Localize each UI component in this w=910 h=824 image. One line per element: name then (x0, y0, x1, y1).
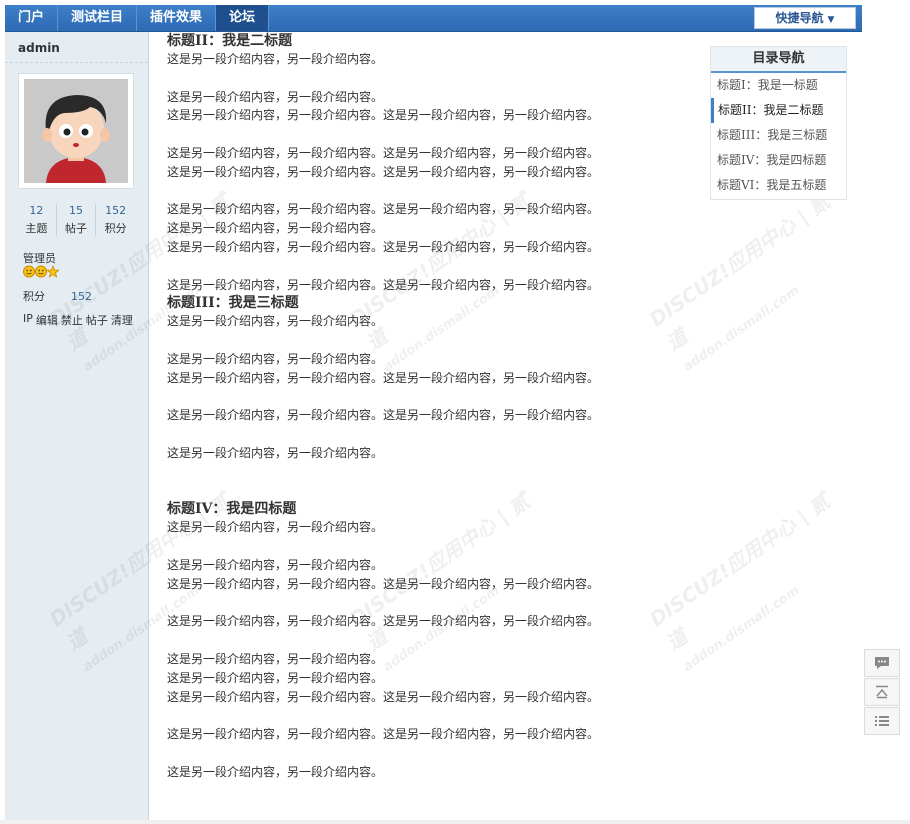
paragraph-line: 这是另一段介绍内容，另一段介绍内容。 (167, 670, 384, 685)
rank-stars (23, 265, 63, 278)
paragraph-line: 这是另一段介绍内容，另一段介绍内容。 (167, 221, 384, 236)
action-ban[interactable]: 禁止 (61, 312, 83, 328)
action-posts[interactable]: 帖子 (86, 312, 108, 328)
paragraph-line: 这是另一段介绍内容，另一段介绍内容。这是另一段介绍内容，另一段介绍内容。 (167, 108, 600, 123)
main-nav: 门户 测试栏目 插件效果 论坛 (5, 5, 270, 31)
section-heading: 标题III：我是三标题 (167, 295, 299, 312)
paragraph-line: 这是另一段介绍内容，另一段介绍内容。这是另一段介绍内容，另一段介绍内容。 (167, 202, 600, 217)
paragraph-line: 这是另一段介绍内容，另一段介绍内容。这是另一段介绍内容，另一段介绍内容。 (167, 576, 600, 591)
paragraph-line: 这是另一段介绍内容，另一段介绍内容。 (167, 445, 384, 460)
paragraph-line: 这是另一段介绍内容，另一段介绍内容。这是另一段介绍内容，另一段介绍内容。 (167, 164, 600, 179)
paragraph-line: 这是另一段介绍内容，另一段介绍内容。这是另一段介绍内容，另一段介绍内容。 (167, 239, 600, 254)
username[interactable]: admin (18, 41, 60, 55)
footer-strip (0, 820, 910, 824)
comment-button[interactable] (864, 649, 900, 677)
paragraph-line: 这是另一段介绍内容，另一段介绍内容。 (167, 520, 384, 535)
back-to-top-button[interactable] (864, 678, 900, 706)
action-ip[interactable]: IP (23, 312, 33, 328)
paragraph-line: 这是另一段介绍内容，另一段介绍内容。 (167, 89, 384, 104)
paragraph-line: 这是另一段介绍内容，另一段介绍内容。 (167, 314, 384, 329)
paragraph-line: 这是另一段介绍内容，另一段介绍内容。 (167, 351, 384, 366)
quick-nav-label: 快捷导航 (775, 11, 824, 25)
paragraph-line: 这是另一段介绍内容，另一段介绍内容。这是另一段介绍内容，另一段介绍内容。 (167, 689, 600, 704)
action-edit[interactable]: 编辑 (36, 312, 58, 328)
back-to-top-icon (876, 685, 888, 699)
paragraph-line: 这是另一段介绍内容，另一段介绍内容。 (167, 557, 384, 572)
stat-label: 帖子 (65, 222, 87, 235)
paragraph-line: 这是另一段介绍内容，另一段介绍内容。 (167, 764, 384, 779)
paragraph-line: 这是另一段介绍内容，另一段介绍内容。这是另一段介绍内容，另一段介绍内容。 (167, 277, 600, 292)
paragraph-line: 这是另一段介绍内容，另一段介绍内容。 (167, 52, 384, 66)
action-clean[interactable]: 清理 (111, 312, 133, 328)
stat-label: 主题 (25, 222, 48, 235)
stat-threads[interactable]: 12 主题 (17, 204, 57, 236)
stat-value: 15 (69, 204, 83, 217)
toc-panel: 目录导航 标题I：我是一标题 标题II：我是二标题 标题III：我是三标题 标题… (710, 46, 847, 200)
toc-item-1[interactable]: 标题I：我是一标题 (711, 73, 846, 98)
top-nav-bar: 门户 测试栏目 插件效果 论坛 快捷导航 ▼ (5, 5, 862, 32)
post-content: 标题II：我是二标题 这是另一段介绍内容，另一段介绍内容。 这是另一段介绍内容，另一… (167, 32, 707, 800)
paragraph-line: 这是另一段介绍内容，另一段介绍内容。这是另一段介绍内容，另一段介绍内容。 (167, 614, 600, 629)
nav-item-portal[interactable]: 门户 (5, 5, 59, 31)
floating-tools (864, 649, 900, 736)
paragraph-line: 这是另一段介绍内容，另一段介绍内容。这是另一段介绍内容，另一段介绍内容。 (167, 408, 600, 423)
toc-item-4[interactable]: 标题IV：我是四标题 (711, 148, 846, 173)
list-button[interactable] (864, 707, 900, 735)
toc-item-5[interactable]: 标题VI：我是五标题 (711, 173, 846, 198)
user-sidebar: admin 12 主题 15 帖子 152 积分 管理员 积分 152 IP 编… (5, 32, 149, 824)
user-stats: 12 主题 15 帖子 152 积分 (17, 204, 135, 236)
stat-value: 12 (29, 204, 44, 217)
rank-icon (23, 265, 60, 278)
user-score: 积分 152 (23, 288, 92, 304)
comment-icon (875, 657, 889, 669)
section-heading: 标题II：我是二标题 (167, 33, 293, 49)
divider (5, 62, 148, 63)
caret-down-icon: ▼ (827, 15, 835, 25)
avatar-image (24, 79, 128, 183)
quick-nav-button[interactable]: 快捷导航 ▼ (754, 7, 856, 29)
stat-label: 积分 (104, 222, 127, 235)
toc-item-3[interactable]: 标题III：我是三标题 (711, 123, 846, 148)
paragraph-line: 这是另一段介绍内容，另一段介绍内容。这是另一段介绍内容，另一段介绍内容。 (167, 727, 600, 742)
stat-posts[interactable]: 15 帖子 (57, 204, 97, 236)
toc-title: 目录导航 (711, 47, 846, 73)
nav-item-test-column[interactable]: 测试栏目 (58, 5, 138, 31)
section-heading: 标题IV：我是四标题 (167, 501, 297, 518)
user-role[interactable]: 管理员 (23, 250, 56, 266)
avatar[interactable] (18, 73, 134, 189)
nav-item-plugin-effects[interactable]: 插件效果 (137, 5, 217, 31)
list-icon (875, 716, 889, 726)
toc-item-2[interactable]: 标题II：我是二标题 (711, 98, 846, 123)
score-label: 积分 (23, 290, 45, 303)
paragraph-line: 这是另一段介绍内容，另一段介绍内容。这是另一段介绍内容，另一段介绍内容。 (167, 145, 600, 160)
stat-credits[interactable]: 152 积分 (96, 204, 135, 236)
score-value[interactable]: 152 (71, 290, 92, 303)
paragraph-line: 这是另一段介绍内容，另一段介绍内容。这是另一段介绍内容，另一段介绍内容。 (167, 370, 600, 385)
nav-item-forum[interactable]: 论坛 (216, 5, 270, 31)
stat-value: 152 (105, 204, 127, 217)
paragraph-line: 这是另一段介绍内容，另一段介绍内容。 (167, 651, 384, 666)
admin-actions: IP 编辑 禁止 帖子 清理 (23, 312, 133, 328)
